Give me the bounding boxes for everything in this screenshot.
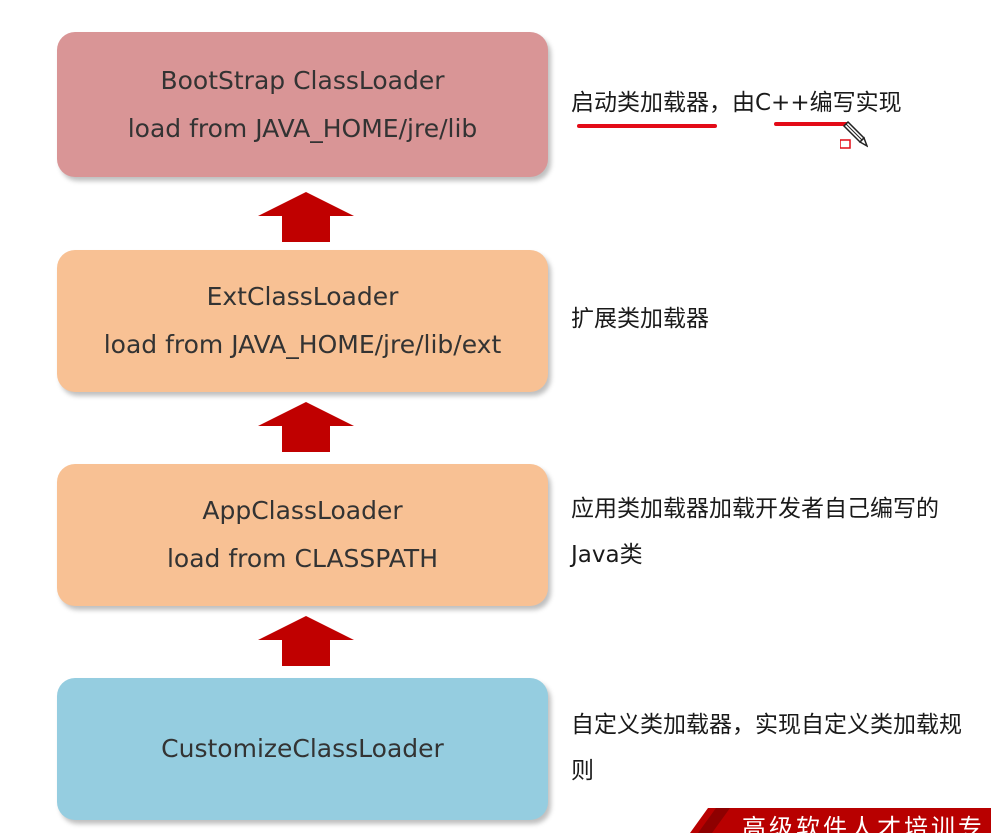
up-arrow-icon (258, 616, 354, 666)
banner-text: 高级软件人才培训专 (742, 814, 985, 833)
bootstrap-classloader-box: BootStrap ClassLoader load from JAVA_HOM… (57, 32, 548, 177)
up-arrow-icon (258, 192, 354, 242)
ext-note: 扩展类加载器 (571, 306, 709, 332)
app-box-subtitle: load from CLASSPATH (166, 544, 438, 573)
pen-cursor-icon (840, 120, 868, 149)
custom-box-title: CustomizeClassLoader (161, 734, 444, 764)
bootstrap-box-title: BootStrap ClassLoader (160, 65, 445, 95)
up-arrow-icon (258, 402, 354, 452)
app-classloader-box: AppClassLoader load from CLASSPATH (57, 464, 548, 606)
annotation-underline (774, 122, 848, 126)
ext-box-subtitle: load from JAVA_HOME/jre/lib/ext (103, 330, 502, 359)
brand-banner: 高级软件人才培训专 (690, 808, 991, 833)
app-note: 应用类加载器加载开发者自己编写的Java类 (571, 496, 939, 568)
customize-classloader-box: CustomizeClassLoader (57, 678, 548, 820)
bootstrap-box-subtitle: load from JAVA_HOME/jre/lib (127, 113, 478, 143)
ext-box-title: ExtClassLoader (206, 282, 399, 312)
annotation-underline (577, 124, 717, 128)
ext-classloader-box: ExtClassLoader load from JAVA_HOME/jre/l… (57, 250, 548, 392)
custom-note: 自定义类加载器，实现自定义类加载规则 (571, 712, 962, 784)
app-box-title: AppClassLoader (202, 496, 403, 526)
